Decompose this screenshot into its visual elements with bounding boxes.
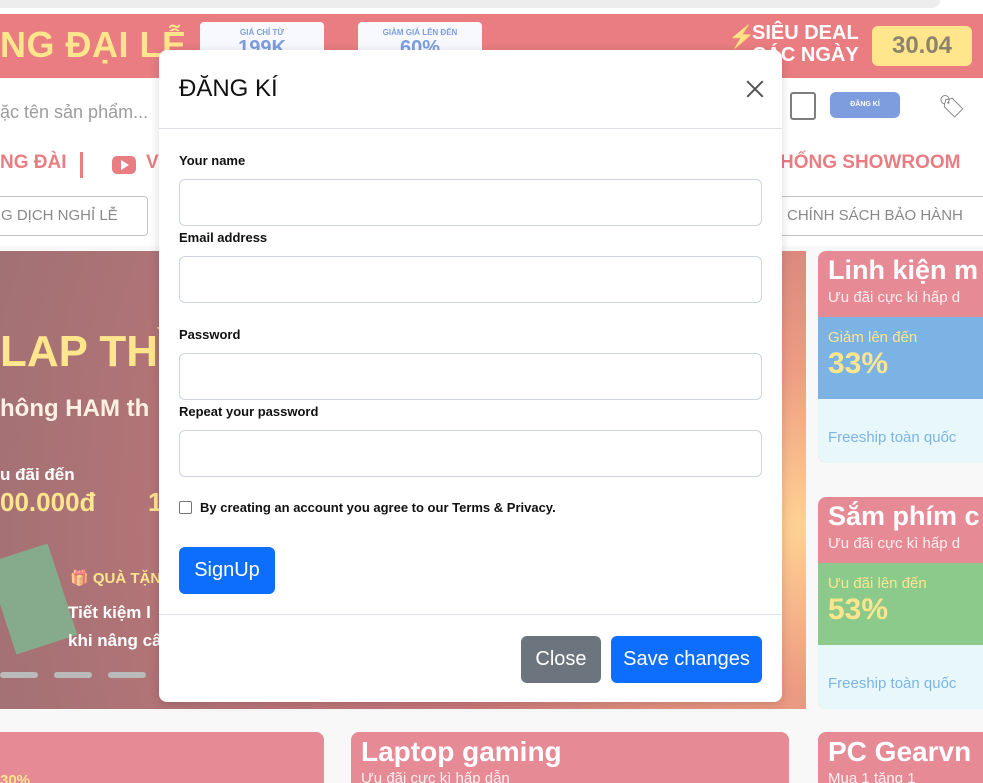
- name-field[interactable]: [179, 179, 762, 226]
- agree-checkbox[interactable]: [179, 501, 192, 514]
- save-changes-button[interactable]: Save changes: [611, 636, 762, 683]
- email-field[interactable]: [179, 256, 762, 303]
- modal-title: ĐĂNG KÍ: [179, 75, 278, 102]
- signup-button[interactable]: SignUp: [179, 547, 275, 594]
- modal-footer: Close Save changes: [159, 614, 782, 702]
- agree-text: By creating an account you agree to our …: [200, 500, 556, 515]
- repeat-password-field[interactable]: [179, 430, 762, 477]
- email-label: Email address: [179, 230, 268, 245]
- password-label: Password: [179, 327, 241, 342]
- password-field[interactable]: [179, 353, 762, 400]
- signup-modal: ĐĂNG KÍ Your name Email address Password…: [159, 50, 782, 702]
- close-icon[interactable]: [744, 78, 766, 100]
- name-label: Your name: [179, 153, 246, 168]
- modal-header: ĐĂNG KÍ: [159, 50, 782, 129]
- close-button[interactable]: Close: [521, 636, 601, 683]
- repeat-password-label: Repeat your password: [179, 404, 319, 419]
